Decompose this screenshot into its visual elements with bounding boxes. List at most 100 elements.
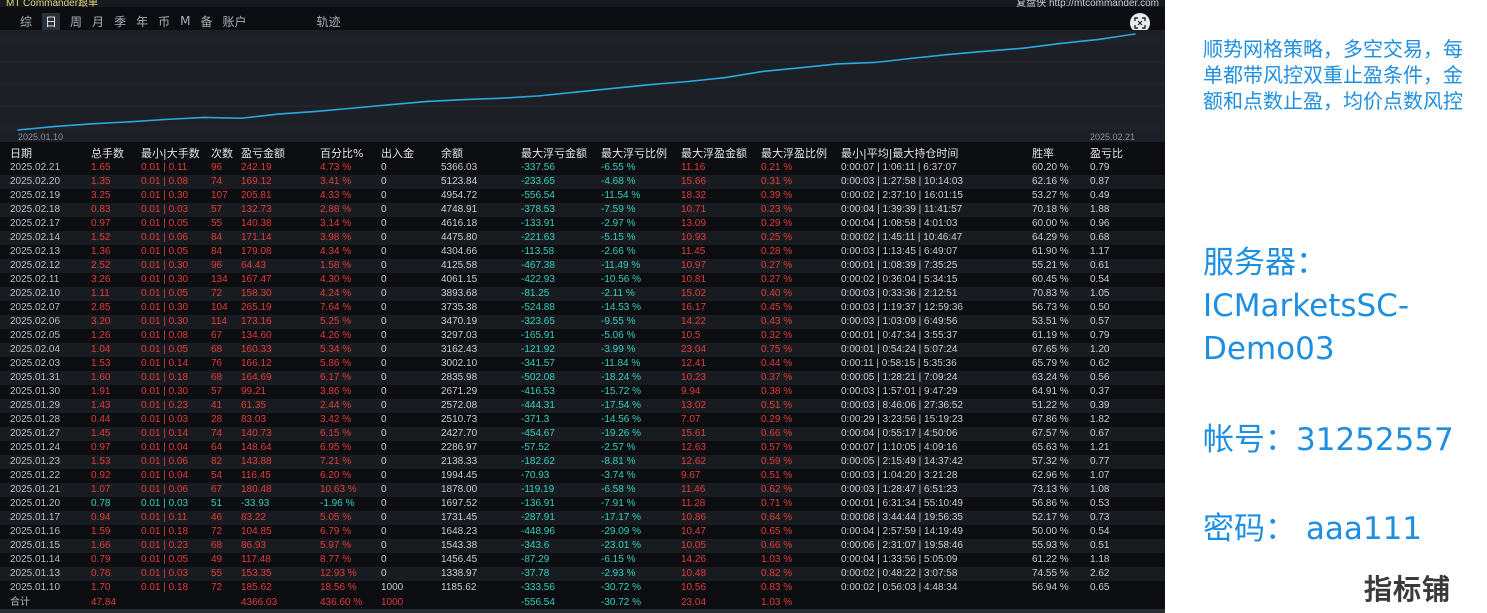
table-row[interactable]: 2025.02.05 1.26 0.01 | 0.08 67 134.60 4.26 % 0… [0, 329, 1165, 343]
cell-balance: 4061.15 [441, 274, 478, 285]
header-date[interactable]: 日期 [10, 146, 32, 161]
cell-total-lots: 1.07 [91, 484, 111, 495]
tab-5[interactable]: 年 [136, 13, 148, 30]
tab-6[interactable]: 币 [158, 13, 170, 30]
header-hold-time[interactable]: 最小|平均|最大持仓时间 [841, 146, 958, 161]
table-row[interactable]: 2025.02.13 1.36 0.01 | 0.05 84 179.08 4.34 % 0… [0, 245, 1165, 259]
cell-pl-ratio: 0.39 [1090, 400, 1110, 411]
tab-1[interactable]: 日 [42, 12, 61, 30]
cell-deposit: 0 [381, 162, 387, 173]
cell-hold-time: 0:00:01 | 6:31:34 | 55:10:49 [841, 498, 963, 509]
tab-8[interactable]: 备 [200, 13, 212, 30]
table-row[interactable]: 2025.02.18 0.83 0.01 | 0.03 57 132.73 2.88 % 0… [0, 203, 1165, 217]
table-row[interactable]: 2025.01.27 1.45 0.01 | 0.14 74 140.73 6.15 % 0… [0, 427, 1165, 441]
cell-max-float-profit-pct: 0.57 % [761, 442, 793, 453]
cell-win-rate: 62.16 % [1032, 176, 1069, 187]
tab-7[interactable]: M [180, 14, 190, 28]
header-count[interactable]: 次数 [211, 146, 233, 161]
cell-win-rate: 50.00 % [1032, 526, 1069, 537]
tab-2[interactable]: 周 [70, 13, 82, 30]
table-row[interactable]: 2025.02.12 2.52 0.01 | 0.30 96 64.43 1.58 % 0 4… [0, 259, 1165, 273]
cell-pnl: 132.73 [241, 204, 272, 215]
cell-min-max-lots: 0.01 | 0.23 [141, 540, 189, 551]
cell-date: 2025.02.04 [10, 344, 61, 355]
tab-10[interactable]: 轨迹 [317, 13, 341, 30]
table-row[interactable]: 2025.02.03 1.53 0.01 | 0.14 76 166.12 5.86 % 0… [0, 357, 1165, 371]
cell-max-float-loss-pct: -5.06 % [601, 330, 636, 341]
table-row[interactable]: 2025.01.30 1.91 0.01 | 0.30 57 99.21 3.86 % 0 2… [0, 385, 1165, 399]
cell-count: 72 [211, 582, 223, 593]
table-row[interactable]: 2025.02.04 1.04 0.01 | 0.05 68 160.33 5.34 % 0… [0, 343, 1165, 357]
table-row[interactable]: 2025.01.10 1.70 0.01 | 0.18 72 185.62 18.56 %… [0, 581, 1165, 595]
cell-balance: 2510.73 [441, 414, 478, 425]
cell-balance: 2671.29 [441, 386, 478, 397]
cell-win-rate: 56.94 % [1032, 582, 1069, 593]
header-max-float-loss-pct[interactable]: 最大浮亏比例 [601, 146, 667, 161]
table-row[interactable]: 2025.01.13 0.76 0.01 | 0.03 55 153.35 12.93 %… [0, 567, 1165, 581]
table-row[interactable]: 2025.01.28 0.44 0.01 | 0.03 28 83.03 3.42 % 0 2… [0, 413, 1165, 427]
cell-max-float-profit: 15.61 [681, 428, 707, 439]
cell-count: 96 [211, 260, 223, 271]
cell-max-float-loss-pct: -14.56 % [601, 414, 642, 425]
cell-percent: 10.63 % [320, 484, 357, 495]
horizontal-scrollbar[interactable] [0, 609, 1165, 613]
header-max-float-profit[interactable]: 最大浮盈金额 [681, 146, 747, 161]
header-max-float-loss[interactable]: 最大浮亏金额 [521, 146, 587, 161]
table-row[interactable]: 2025.01.23 1.53 0.01 | 0.06 82 143.88 7.21 % 0… [0, 455, 1165, 469]
strategy-description: 顺势网格策略，多空交易，每单都带风控双重止盈条件，金额和点数止盈，均价点数风控 [1203, 37, 1463, 113]
cell-max-float-loss: -454.67 [521, 428, 555, 439]
cell-date: 2025.01.24 [10, 442, 61, 453]
chart-x-end: 2025.02.21 [1090, 132, 1136, 142]
table-row[interactable]: 2025.02.06 3.20 0.01 | 0.30 114 173.16 5.25 %… [0, 315, 1165, 329]
cell-pl-ratio: 1.08 [1090, 484, 1110, 495]
table-row[interactable]: 2025.02.17 0.97 0.01 | 0.05 55 140.38 3.14 % 0… [0, 217, 1165, 231]
table-row[interactable]: 2025.01.15 1.66 0.01 | 0.23 68 86.93 5.97 % 0 1… [0, 539, 1165, 553]
tab-9[interactable]: 账户 [222, 13, 246, 30]
header-deposit[interactable]: 出入金 [381, 146, 414, 161]
header-pnl[interactable]: 盈亏金额 [241, 146, 285, 161]
table-row[interactable]: 2025.02.11 3.26 0.01 | 0.30 134 167.47 4.30 %… [0, 273, 1165, 287]
table-row[interactable]: 2025.01.22 0.92 0.01 | 0.04 54 116.45 6.20 % 0… [0, 469, 1165, 483]
header-min-max-lots[interactable]: 最小|大手数 [141, 146, 200, 161]
header-max-float-profit-pct[interactable]: 最大浮盈比例 [761, 146, 827, 161]
table-row[interactable]: 2025.02.19 3.25 0.01 | 0.30 107 205.81 4.33 %… [0, 189, 1165, 203]
cell-pnl: 205.81 [241, 190, 272, 201]
tab-3[interactable]: 月 [92, 13, 104, 30]
table-row[interactable]: 2025.01.31 1.60 0.01 | 0.18 68 164.69 6.17 % 0… [0, 371, 1165, 385]
cell-hold-time: 0:00:02 | 2:37:10 | 16:01:15 [841, 190, 963, 201]
cell-date: 2025.01.27 [10, 428, 61, 439]
header-percent[interactable]: 百分比% [320, 146, 363, 161]
header-balance[interactable]: 余额 [441, 146, 463, 161]
table-row[interactable]: 2025.01.16 1.59 0.01 | 0.18 72 104.85 6.79 % 0… [0, 525, 1165, 539]
table-row[interactable]: 2025.02.10 1.11 0.01 | 0.05 72 158.30 4.24 % 0… [0, 287, 1165, 301]
header-total-lots[interactable]: 总手数 [91, 146, 124, 161]
table-row[interactable]: 2025.01.24 0.97 0.01 | 0.04 64 148.64 6.95 % 0… [0, 441, 1165, 455]
cell-hold-time: 0:00:01 | 1:08:39 | 7:35:25 [841, 260, 958, 271]
cell-min-max-lots: 0.01 | 0.03 [141, 204, 189, 215]
tab-0[interactable]: 综 [20, 13, 32, 30]
cell-win-rate: 64.91 % [1032, 386, 1069, 397]
equity-point-8 [315, 110, 317, 113]
cell-max-float-loss: -448.96 [521, 526, 555, 537]
table-row[interactable]: 2025.01.21 1.07 0.01 | 0.06 67 180.48 10.63 %… [0, 483, 1165, 497]
cell-min-max-lots: 0.01 | 0.03 [141, 568, 189, 579]
header-pl-ratio[interactable]: 盈亏比 [1090, 146, 1123, 161]
cell-deposit: 0 [381, 316, 387, 327]
tab-4[interactable]: 季 [114, 13, 126, 30]
table-row[interactable]: 2025.02.20 1.35 0.01 | 0.08 74 169.12 3.41 % 0… [0, 175, 1165, 189]
table-row[interactable]: 2025.01.17 0.94 0.01 | 0.11 46 83.22 5.05 % 0 1… [0, 511, 1165, 525]
table-row[interactable]: 2025.01.20 0.78 0.01 | 0.03 51 -33.93 -1.96 %… [0, 497, 1165, 511]
table-row[interactable]: 2025.02.07 2.85 0.01 | 0.30 104 265.19 7.64 %… [0, 301, 1165, 315]
cell-deposit: 0 [381, 218, 387, 229]
header-win-rate[interactable]: 胜率 [1032, 146, 1054, 161]
total-max-float-loss-pct: -30.72 % [601, 597, 642, 608]
cell-date: 2025.01.17 [10, 512, 61, 523]
table-row[interactable]: 2025.02.21 1.65 0.01 | 0.11 96 242.19 4.73 % 0… [0, 161, 1165, 175]
table-row[interactable]: 2025.01.14 0.79 0.01 | 0.05 49 117.48 8.77 % 0… [0, 553, 1165, 567]
table-row[interactable]: 2025.02.14 1.52 0.01 | 0.06 84 171.14 3.98 % 0… [0, 231, 1165, 245]
cell-max-float-loss: -378.53 [521, 204, 555, 215]
table-row[interactable]: 2025.01.29 1.43 0.01 | 0.23 41 61.35 2.44 % 0 2… [0, 399, 1165, 413]
cell-max-float-loss-pct: -6.15 % [601, 554, 636, 565]
cell-max-float-loss: -81.25 [521, 288, 550, 299]
cell-max-float-profit: 12.62 [681, 456, 707, 467]
